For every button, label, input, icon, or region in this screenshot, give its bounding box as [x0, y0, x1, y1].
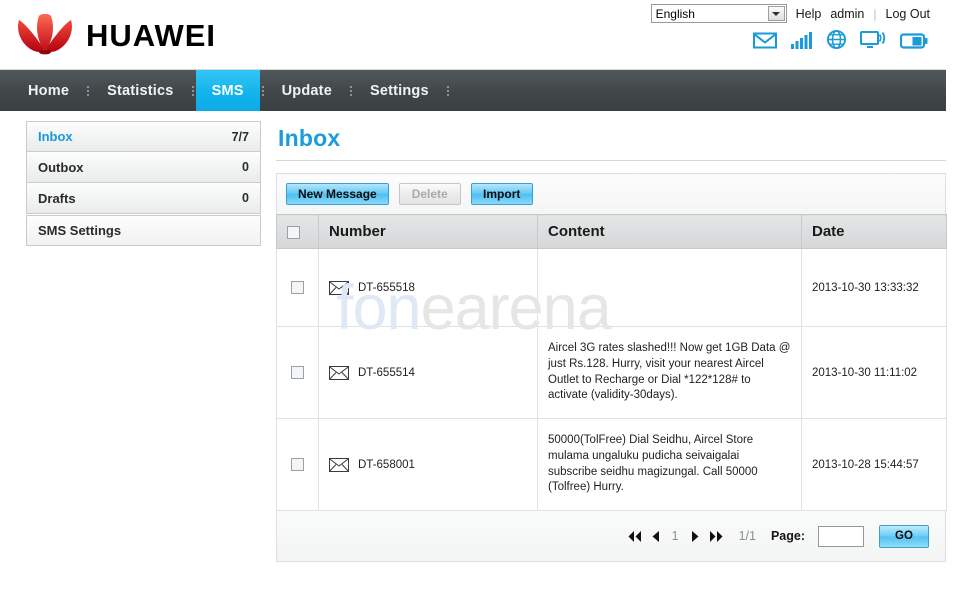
prev-page-button[interactable]	[651, 530, 660, 542]
row-content-cell: 50000(TolFree) Dial Seidhu, Aircel Store…	[537, 418, 802, 511]
nav-item-settings[interactable]: Settings	[354, 70, 445, 111]
language-selected-value: English	[655, 6, 695, 21]
main-navigation: Home Statistics SMS Update Settings	[0, 70, 946, 111]
signal-bars-status-icon	[791, 32, 812, 49]
main-panel: Inbox New Message Delete Import Number C…	[276, 121, 947, 562]
page-range-label: 1/1	[738, 529, 756, 543]
sidebar-item-inbox[interactable]: Inbox 7/7	[26, 121, 261, 152]
row-number-cell: DT-655514	[318, 326, 538, 419]
pagination-bar: 1 1/1 Page: GO	[276, 511, 946, 562]
page-root: HUAWEI English Help admin | Log Out Home…	[0, 0, 978, 603]
row-checkbox[interactable]	[291, 281, 304, 294]
row-content-cell: Aircel 3G rates slashed!!! Now get 1GB D…	[537, 326, 802, 419]
title-divider	[276, 160, 946, 161]
sidebar-item-label: SMS Settings	[38, 223, 122, 238]
wlan-monitor-status-icon	[860, 31, 886, 48]
import-button[interactable]: Import	[470, 183, 533, 205]
brand-name: HUAWEI	[86, 17, 216, 53]
top-separator: |	[873, 6, 877, 21]
language-select[interactable]: English	[650, 4, 787, 23]
next-page-button[interactable]	[691, 530, 700, 542]
nav-divider	[445, 70, 451, 111]
chevron-down-icon[interactable]	[767, 6, 785, 21]
new-message-button[interactable]: New Message	[286, 183, 389, 205]
page-number-1[interactable]: 1	[669, 529, 682, 543]
page-input[interactable]	[818, 525, 864, 547]
nav-item-sms[interactable]: SMS	[195, 70, 260, 111]
column-header-date: Date	[801, 214, 947, 249]
sidebar-item-count: 0	[242, 191, 249, 205]
row-number-text: DT-658001	[358, 458, 415, 471]
logout-link[interactable]: Log Out	[886, 7, 930, 21]
row-number-text: DT-655514	[358, 366, 415, 379]
row-select-cell	[276, 248, 319, 327]
user-label[interactable]: admin	[830, 7, 864, 21]
row-content-cell	[537, 248, 802, 327]
select-all-header	[276, 214, 319, 249]
left-arrow-icon	[652, 530, 659, 542]
help-link[interactable]: Help	[796, 7, 822, 21]
sidebar-item-count: 7/7	[231, 129, 249, 144]
table-row[interactable]: DT-655518 2013-10-30 13:33:32	[276, 248, 947, 327]
double-left-arrow-icon	[628, 530, 641, 542]
battery-status-icon	[900, 33, 928, 49]
huawei-flower-logo-icon	[18, 14, 72, 55]
sms-sidebar: Inbox 7/7 Outbox 0 Drafts 0 SMS Settings	[26, 121, 261, 246]
sidebar-item-label: Inbox	[38, 129, 73, 144]
top-right-controls: English Help admin | Log Out	[650, 4, 930, 23]
first-page-button[interactable]	[627, 530, 642, 542]
page-title: Inbox	[278, 125, 341, 151]
envelope-icon	[329, 280, 349, 295]
double-right-arrow-icon	[709, 530, 723, 542]
message-toolbar: New Message Delete Import	[276, 173, 946, 214]
row-number-cell: DT-658001	[318, 418, 538, 511]
row-number-cell: DT-655518	[318, 248, 538, 327]
right-arrow-icon	[691, 530, 699, 542]
sidebar-item-count: 0	[242, 160, 249, 174]
nav-item-statistics[interactable]: Statistics	[91, 70, 189, 111]
row-checkbox[interactable]	[291, 366, 304, 379]
row-number-text: DT-655518	[358, 281, 415, 294]
row-select-cell	[276, 418, 319, 511]
sidebar-item-label: Outbox	[38, 159, 84, 175]
row-date-cell: 2013-10-30 13:33:32	[801, 248, 947, 327]
envelope-icon	[329, 457, 349, 472]
last-page-button[interactable]	[709, 530, 724, 542]
table-header-row: Number Content Date	[276, 214, 947, 249]
message-status-icon	[753, 32, 777, 49]
top-bar: HUAWEI English Help admin | Log Out	[0, 0, 946, 70]
table-row[interactable]: DT-655514 Aircel 3G rates slashed!!! Now…	[276, 326, 947, 419]
status-icon-tray	[753, 30, 928, 49]
select-all-checkbox[interactable]	[287, 225, 300, 239]
globe-network-status-icon	[827, 30, 846, 49]
delete-button[interactable]: Delete	[398, 183, 461, 205]
row-date-cell: 2013-10-30 11:11:02	[801, 326, 947, 419]
sidebar-item-outbox[interactable]: Outbox 0	[26, 152, 261, 183]
sidebar-item-sms-settings[interactable]: SMS Settings	[26, 215, 261, 246]
sidebar-item-drafts[interactable]: Drafts 0	[26, 183, 261, 214]
go-button[interactable]: GO	[879, 524, 929, 548]
envelope-icon	[329, 365, 349, 380]
page-input-label: Page:	[770, 529, 805, 543]
nav-item-home[interactable]: Home	[12, 70, 85, 111]
brand-logo: HUAWEI	[16, 14, 216, 56]
column-header-number: Number	[318, 214, 538, 249]
row-date-cell: 2013-10-28 15:44:57	[801, 418, 947, 511]
nav-item-update[interactable]: Update	[266, 70, 348, 111]
sidebar-item-label: Drafts	[38, 190, 76, 206]
column-header-content: Content	[537, 214, 802, 249]
row-checkbox[interactable]	[291, 458, 304, 471]
messages-table: Number Content Date DT-655518 2013-10-30…	[276, 214, 947, 511]
row-select-cell	[276, 326, 319, 419]
table-row[interactable]: DT-658001 50000(TolFree) Dial Seidhu, Ai…	[276, 418, 947, 511]
